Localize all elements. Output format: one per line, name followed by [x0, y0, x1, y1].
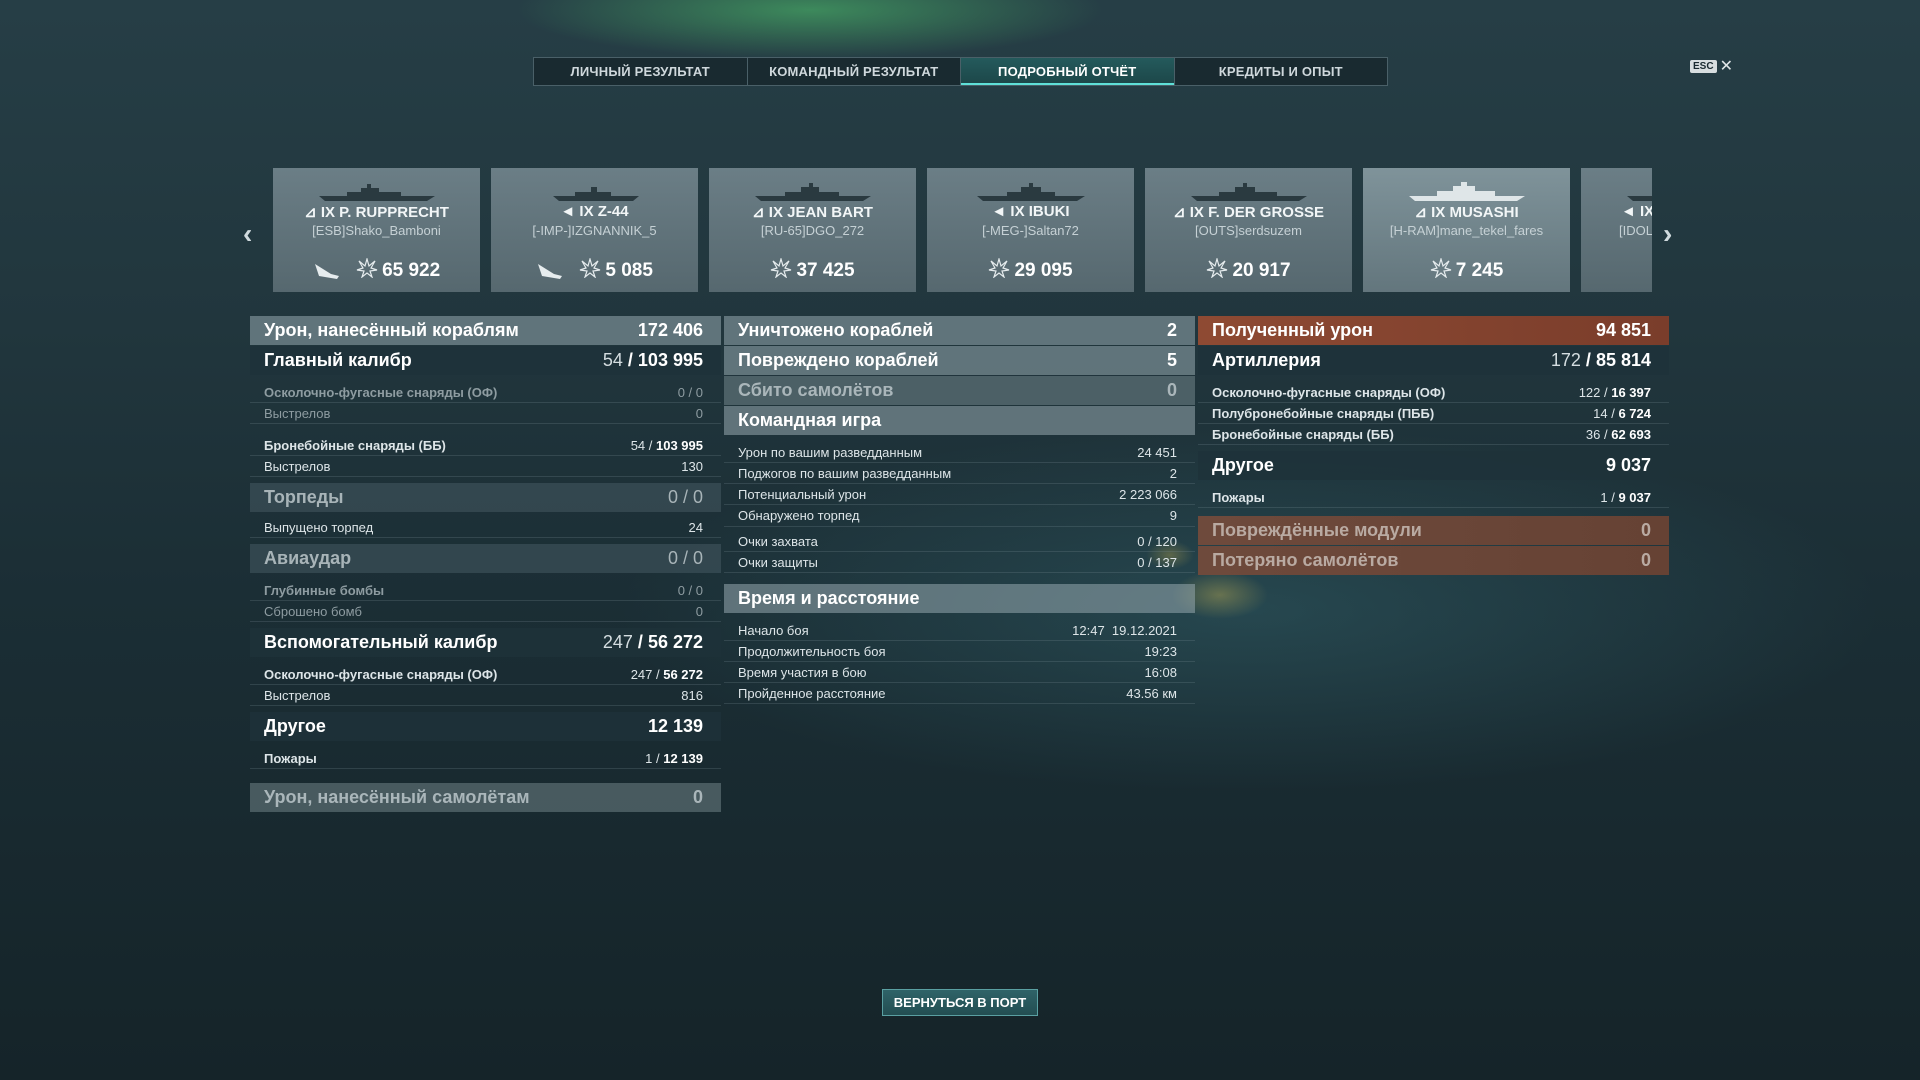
stat-row: Бронебойные снаряды (ББ) 36 / 62 693	[1198, 424, 1669, 445]
ship-card-selected[interactable]: ⊿ IX MUSASHI [H-RAM]mane_tekel_fares 7 2…	[1363, 168, 1570, 292]
lost-planes-header: Потеряно самолётов 0	[1198, 546, 1669, 575]
stat-row: Глубинные бомбы 0 / 0	[250, 580, 721, 601]
ship-name: ⊿ IX P. RUPPRECHT	[304, 204, 449, 221]
stat-row: Пройденное расстояние 43.56 км	[724, 683, 1195, 704]
stat-row: Очки защиты 0 / 137	[724, 552, 1195, 573]
tab-personal-result[interactable]: ЛИЧНЫЙ РЕЗУЛЬТАТ	[534, 58, 748, 85]
stat-row: Продолжительность боя 19:23	[724, 641, 1195, 662]
plane-icon	[314, 263, 339, 279]
destroyed-header: Уничтожено кораблей 2	[724, 316, 1195, 345]
player-name: [-IMP-]IZGNANNIK_5	[532, 223, 657, 238]
artillery-header: Артиллерия 172 / 85 814	[1198, 346, 1669, 375]
ship-card[interactable]: ⊿ IX JEAN BART [RU-65]DGO_272 37 425	[709, 168, 916, 292]
player-name: [OUTS]serdsuzem	[1195, 223, 1302, 238]
stat-row: Потенциальный урон 2 223 066	[724, 484, 1195, 505]
stat-row: Осколочно-фугасные снаряды (ОФ) 0 / 0	[250, 382, 721, 403]
player-name: [-MEG-]Saltan72	[982, 223, 1079, 238]
stat-row: Время участия в бою 16:08	[724, 662, 1195, 683]
ship-silhouette-icon	[1627, 196, 1652, 201]
player-name: [H-RAM]mane_tekel_fares	[1389, 223, 1544, 238]
ship-damage: 37 425	[709, 258, 916, 282]
carousel-next-icon[interactable]: ›	[1663, 218, 1672, 250]
ship-damage: 65 922	[273, 258, 480, 282]
close-button[interactable]: ESC ✕	[1690, 57, 1733, 75]
aircraft-damage-header: Урон, нанесённый самолётам 0	[250, 783, 721, 812]
ship-name: ⊿ IX MUSASHI	[1414, 204, 1519, 221]
time-distance-header: Время и расстояние	[724, 584, 1195, 613]
ship-name: ◄ IX IBUKI	[991, 203, 1070, 220]
stat-row: Урон по вашим разведданным 24 451	[724, 442, 1195, 463]
ship-card[interactable]: ⊿ IX F. DER GROSSE [OUTS]serdsuzem 20 91…	[1145, 168, 1352, 292]
secondary-battery-header: Вспомогательный калибр 247 / 56 272	[250, 628, 721, 657]
airstrike-header: Авиаудар 0 / 0	[250, 544, 721, 573]
stat-row: Осколочно-фугасные снаряды (ОФ) 247 / 56 …	[250, 664, 721, 685]
damaged-modules-header: Повреждённые модули 0	[1198, 516, 1669, 545]
stat-row: Поджогов по вашим разведданным 2	[724, 463, 1195, 484]
ship-card[interactable]: ⊿ IX P. RUPPRECHT [ESB]Shako_Bamboni 65 …	[273, 168, 480, 292]
battleship-silhouette-icon	[755, 183, 871, 201]
stat-row: Осколочно-фугасные снаряды (ОФ) 122 / 16 …	[1198, 382, 1669, 403]
damage-burst-icon	[771, 258, 792, 278]
stat-row: Выпущено торпед 24	[250, 517, 721, 538]
main-battery-header: Главный калибр 54 / 103 995	[250, 346, 721, 375]
damage-burst-icon	[1430, 258, 1451, 278]
torpedoes-header: Торпеды 0 / 0	[250, 483, 721, 512]
damage-burst-icon	[1207, 258, 1228, 278]
tab-detailed-report[interactable]: ПОДРОБНЫЙ ОТЧЁТ	[961, 58, 1175, 85]
combat-stats-panel: Уничтожено кораблей 2 Повреждено кораблей…	[724, 316, 1195, 704]
damage-burst-icon	[989, 258, 1010, 278]
ship-name: ◄ IX Z-44	[560, 203, 629, 220]
stat-row: Очки захвата 0 / 120	[724, 531, 1195, 552]
ship-damage: 5 085	[491, 258, 698, 282]
stat-row: Выстрелов 0	[250, 403, 721, 424]
player-name: [ESB]Shako_Bamboni	[312, 223, 441, 238]
stat-row: Полубронебойные снаряды (ПББ) 14 / 6 724	[1198, 403, 1669, 424]
battleship-silhouette-icon	[1409, 182, 1525, 201]
dealt-damage-header: Урон, нанесённый кораблям 172 406	[250, 316, 721, 345]
ship-name: ⊿ IX JEAN BART	[752, 204, 873, 221]
carousel-prev-icon[interactable]: ‹	[243, 218, 252, 250]
ship-damage: 7 245	[1363, 258, 1570, 282]
back-to-port-button[interactable]: ВЕРНУТЬСЯ В ПОРТ	[882, 989, 1038, 1016]
other-received-header: Другое 9 037	[1198, 451, 1669, 480]
ship-name: ◄ IX	[1621, 203, 1652, 220]
damage-burst-icon	[580, 258, 601, 278]
planes-shot-header: Сбито самолётов 0	[724, 376, 1195, 405]
other-damage-header: Другое 12 139	[250, 712, 721, 741]
ship-card[interactable]: ◄ IX IBUKI [-MEG-]Saltan72 29 095	[927, 168, 1134, 292]
cruiser-silhouette-icon	[977, 183, 1085, 201]
tab-bar: ЛИЧНЫЙ РЕЗУЛЬТАТ КОМАНДНЫЙ РЕЗУЛЬТАТ ПОД…	[533, 57, 1388, 86]
plane-icon	[538, 263, 563, 279]
ship-damage: 29 095	[927, 258, 1134, 282]
ship-carousel: ⊿ IX P. RUPPRECHT [ESB]Shako_Bamboni 65 …	[273, 168, 1652, 292]
stat-row: Бронебойные снаряды (ББ) 54 / 103 995	[250, 435, 721, 456]
battleship-silhouette-icon	[1191, 183, 1307, 201]
ship-card[interactable]: ◄ IX Z-44 [-IMP-]IZGNANNIK_5 5 085	[491, 168, 698, 292]
stat-row: Пожары 1 / 9 037	[1198, 487, 1669, 508]
player-name: [RU-65]DGO_272	[760, 223, 865, 238]
stat-row: Пожары 1 / 12 139	[250, 748, 721, 769]
received-damage-header: Полученный урон 94 851	[1198, 316, 1669, 345]
player-name: [IDOL	[1619, 223, 1652, 238]
dealt-damage-panel: Урон, нанесённый кораблям 172 406 Главный…	[250, 316, 721, 813]
destroyer-silhouette-icon	[553, 187, 639, 201]
stat-row: Начало боя 12:47 19.12.2021	[724, 620, 1195, 641]
close-icon: ✕	[1719, 57, 1733, 75]
stat-row: Выстрелов 816	[250, 685, 721, 706]
stat-row: Обнаружено торпед 9	[724, 505, 1195, 527]
ship-name: ⊿ IX F. DER GROSSE	[1173, 204, 1324, 221]
ship-card[interactable]: ◄ IX [IDOL	[1581, 168, 1652, 292]
stat-row: Выстрелов 130	[250, 456, 721, 477]
damage-burst-icon	[356, 258, 378, 278]
battleship-silhouette-icon	[319, 184, 435, 201]
damaged-header: Повреждено кораблей 5	[724, 346, 1195, 375]
ship-damage: 20 917	[1145, 258, 1352, 282]
tab-team-result[interactable]: КОМАНДНЫЙ РЕЗУЛЬТАТ	[748, 58, 961, 85]
esc-key-badge: ESC	[1690, 60, 1717, 73]
stat-row: Сброшено бомб 0	[250, 601, 721, 622]
tab-credits-xp[interactable]: КРЕДИТЫ И ОПЫТ	[1175, 58, 1388, 85]
teamplay-header: Командная игра	[724, 406, 1195, 435]
received-damage-panel: Полученный урон 94 851 Артиллерия 172 / 85…	[1198, 316, 1669, 576]
